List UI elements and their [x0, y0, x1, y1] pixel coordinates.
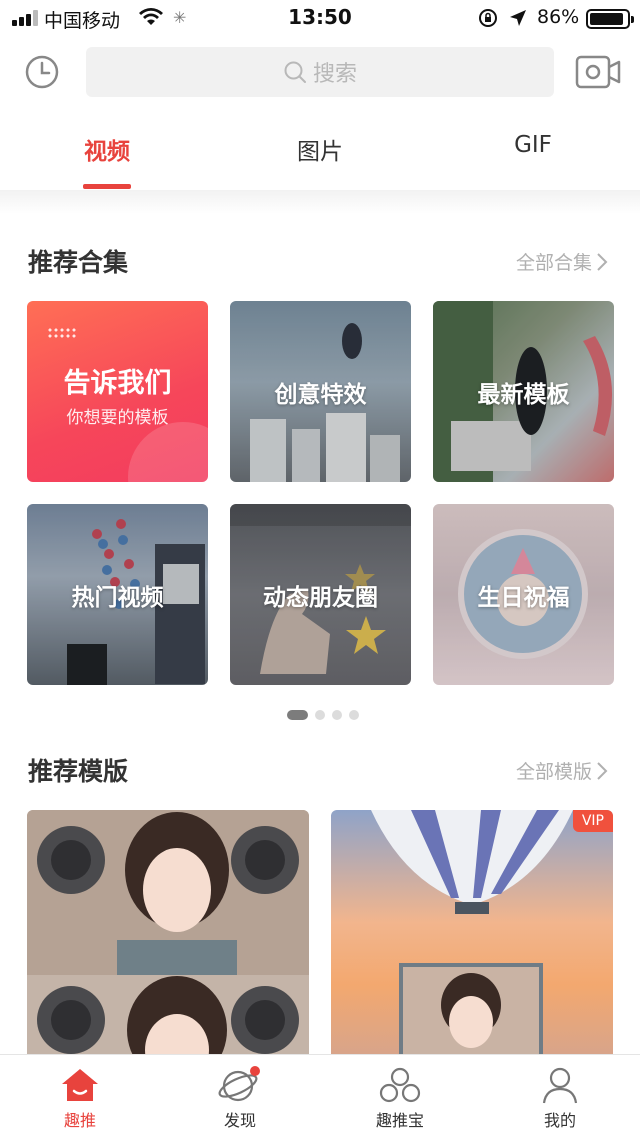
template-thumbnail: [371, 810, 573, 1060]
planet-icon: [218, 1066, 260, 1102]
circle-decoration: [128, 422, 208, 482]
nav-discover[interactable]: 发现: [180, 1065, 300, 1131]
collection-card[interactable]: 热门视频: [27, 504, 208, 685]
collections-title: 推荐合集: [28, 248, 129, 277]
location-arrow-icon: [510, 10, 526, 26]
all-collections-link[interactable]: 全部合集: [516, 248, 608, 275]
battery-icon: [586, 9, 634, 29]
nav-home[interactable]: 趣推: [20, 1065, 140, 1131]
feedback-card-title: 告诉我们: [63, 368, 172, 399]
pager-dot: [349, 710, 359, 720]
nav-me-label: 我的: [543, 1111, 576, 1130]
all-collections-label: 全部合集: [515, 252, 592, 274]
video-camera-icon[interactable]: [575, 54, 621, 90]
feedback-card-subtitle: 你想要的模板: [66, 408, 169, 428]
tab-video[interactable]: 视频: [57, 132, 157, 166]
nav-me[interactable]: 我的: [500, 1065, 620, 1131]
all-templates-label: 全部模版: [515, 761, 592, 783]
history-clock-icon[interactable]: [24, 54, 60, 90]
chevron-right-icon: [597, 252, 608, 271]
search-icon: [284, 61, 306, 83]
rotation-lock-icon: [479, 9, 497, 27]
template-card[interactable]: [27, 810, 309, 1060]
feedback-card[interactable]: 告诉我们 你想要的模板: [27, 301, 208, 482]
user-icon: [542, 1067, 578, 1104]
pager-dot-active: [287, 710, 308, 720]
collection-card[interactable]: 创意特效: [230, 301, 411, 482]
bottom-nav: 趣推 发现 趣推宝 我的: [0, 1054, 640, 1138]
pager-dot: [332, 710, 342, 720]
templates-title: 推荐模版: [28, 757, 129, 786]
collection-label: 生日祝福: [477, 585, 570, 611]
pager-dot: [315, 710, 325, 720]
collection-label: 最新模板: [477, 382, 570, 408]
active-tab-indicator: [83, 184, 131, 189]
search-input[interactable]: 搜索: [86, 47, 554, 97]
circles-icon: [379, 1067, 421, 1103]
carousel-pager: [287, 710, 359, 720]
status-bar: 中国移动 ✳ 13:50 86%: [0, 0, 640, 36]
home-icon: [62, 1069, 98, 1101]
collection-card[interactable]: 最新模板: [433, 301, 614, 482]
collection-card[interactable]: 生日祝福: [433, 504, 614, 685]
chevron-right-icon: [597, 761, 608, 780]
collection-label: 创意特效: [274, 382, 367, 408]
search-placeholder: 搜索: [312, 62, 357, 87]
template-thumbnail: [27, 810, 309, 1060]
nav-treasure[interactable]: 趣推宝: [340, 1065, 460, 1131]
all-templates-link[interactable]: 全部模版: [516, 757, 608, 784]
collection-label: 热门视频: [71, 585, 164, 611]
nav-home-label: 趣推: [63, 1111, 96, 1130]
tab-gif[interactable]: GIF: [483, 132, 583, 158]
divider: [0, 190, 640, 214]
collection-card[interactable]: 动态朋友圈: [230, 504, 411, 685]
battery-percent: 86%: [537, 6, 580, 28]
nav-treasure-label: 趣推宝: [375, 1111, 424, 1130]
vip-badge: VIP: [572, 810, 613, 832]
tab-image[interactable]: 图片: [270, 132, 370, 166]
dots-decoration: [47, 327, 77, 339]
nav-discover-label: 发现: [223, 1111, 256, 1130]
media-type-tabs: 视频 图片 GIF: [0, 120, 640, 190]
template-card[interactable]: VIP: [331, 810, 613, 1060]
collection-label: 动态朋友圈: [263, 585, 378, 611]
